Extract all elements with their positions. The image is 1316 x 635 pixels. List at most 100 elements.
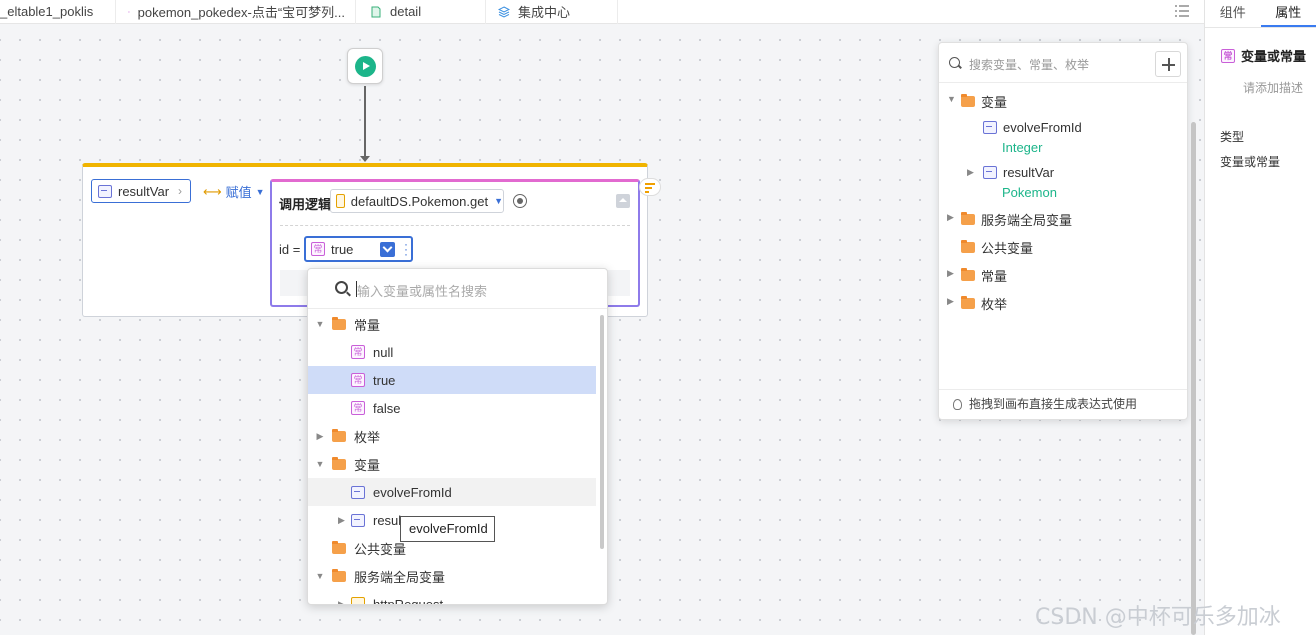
tab-label: 集成中心 [518,5,571,20]
tree-item-label: 变量 [354,457,381,473]
constant-icon: 常 [351,373,365,387]
tree-item-variables[interactable]: ▼ 变量 [308,450,596,478]
tree-item-constants[interactable]: 常量 [961,266,1007,285]
variable-panel: 搜索变量、常量、枚举 ▼ 变量 evolveFromId Integer ▶ r… [938,42,1188,420]
tree-item-label: 服务端全局变量 [354,569,446,585]
more-vertical-icon[interactable]: · · · [403,238,409,260]
folder-icon [332,316,346,330]
type-value: 变量或常量 [1220,155,1281,169]
struct-icon [351,597,365,604]
result-var-chip[interactable]: resultVar › [91,179,191,203]
expand-arrow-icon[interactable]: ▶ [947,268,954,279]
call-logic-title: 调用逻辑 [279,197,332,212]
play-icon [355,56,376,77]
variable-icon [983,121,997,134]
tree-item-server-global[interactable]: 服务端全局变量 [961,210,1072,229]
param-value: true [331,241,354,257]
variable-type: Integer [1002,140,1043,155]
expand-arrow-icon[interactable]: ▶ [947,212,954,223]
tooltip: evolveFromId [400,516,495,542]
expand-arrow-icon[interactable]: ▼ [308,459,332,469]
tree-item-null[interactable]: 常 null [308,338,596,366]
tree-item-label: 常量 [354,317,381,333]
tab-pokemon-logic[interactable]: pokemon_pokedex-点击“宝可梦列... [116,0,356,24]
chevron-right-icon: › [178,184,182,198]
variable-search[interactable]: 搜索变量、常量、枚举 [939,43,1187,83]
tree-item-label: httpRequest [373,596,444,605]
flow-connector [360,86,370,162]
properties-tabs: 组件 属性 [1205,0,1316,28]
tree-item-true[interactable]: 常 true [308,366,596,394]
variable-icon [98,184,112,198]
collapse-icon[interactable] [616,194,630,208]
logic-target-select[interactable]: defaultDS.Pokemon.get ▼ [330,189,504,213]
value-selector-dropdown[interactable]: 输入变量或属性名搜索 ▼ 常量 常 null 常 true 常 false ▶ … [307,268,608,605]
locate-icon[interactable] [513,194,527,208]
param-value-input[interactable]: 常 true · · · [304,236,413,262]
comment-toggle[interactable] [639,178,661,196]
dropdown-toggle-icon[interactable] [380,241,395,257]
tab-integration-center[interactable]: 集成中心 [486,0,618,24]
expand-arrow-icon[interactable]: ▶ [967,167,974,178]
folder-icon [332,540,346,554]
assign-label: 赋值 [225,185,252,200]
tab-detail[interactable]: detail [356,0,486,24]
folder-icon [332,568,346,582]
expand-arrow-icon[interactable]: ▶ [332,515,351,526]
variable-search-input[interactable]: 搜索变量、常量、枚举 [969,56,1089,73]
folder-icon [332,456,346,470]
tree-item-httprequest[interactable]: ▶ httpRequest [308,590,596,605]
tree-item-label: 公共变量 [981,241,1034,256]
tree-item-enums[interactable]: ▶ 枚举 [308,422,596,450]
assign-operator[interactable]: ⟷ 赋值 ▼ [203,182,265,201]
expand-arrow-icon[interactable]: ▼ [947,94,956,104]
tree-item-enums[interactable]: 枚举 [961,294,1007,313]
variable-icon [351,485,365,499]
lines-icon [645,183,655,185]
tree-item-server-global[interactable]: ▼ 服务端全局变量 [308,562,596,590]
dropdown-scrollbar[interactable] [600,315,604,549]
folder-icon [961,268,975,281]
expand-arrow-icon[interactable]: ▼ [308,571,332,581]
expand-arrow-icon[interactable]: ▶ [332,599,351,605]
canvas-scrollbar[interactable] [1191,122,1196,635]
expand-arrow-icon[interactable]: ▶ [947,296,954,307]
tab-properties[interactable]: 属性 [1260,0,1316,27]
lightbulb-icon [953,399,962,410]
expand-arrow-icon[interactable]: ▶ [308,431,332,442]
hint-text: 拖拽到画布直接生成表达式使用 [969,397,1138,411]
tree-item-constants[interactable]: ▼ 常量 [308,310,596,338]
caret-down-icon: ▼ [255,186,265,197]
constant-icon: 常 [311,242,325,256]
tree-item-label: true [373,372,396,388]
tree-item-false[interactable]: 常 false [308,394,596,422]
param-label: id = [279,242,301,257]
tree-item-resultvar[interactable]: resultVar [983,165,1054,180]
list-menu-icon[interactable] [1174,4,1190,18]
description-input[interactable]: 请添加描述 [1243,79,1316,96]
tree-item-label: 枚举 [354,429,381,445]
property-title: 常 变量或常量 [1221,46,1316,65]
tree-item-variables[interactable]: 变量 [961,92,1007,111]
tree-item-evolvefromid[interactable]: evolveFromId [308,478,596,506]
tree-item-evolvefromid[interactable]: evolveFromId [983,120,1082,135]
expand-arrow-icon[interactable]: ▼ [308,319,332,329]
logic-target-label: defaultDS.Pokemon.get [350,193,489,209]
tree-item-label: 常量 [981,269,1008,284]
tab-eltable[interactable]: _eltable1_poklis [0,0,116,24]
result-var-label: resultVar [118,183,170,199]
variable-panel-hint: 拖拽到画布直接生成表达式使用 [939,389,1187,419]
tree-item-label: evolveFromId [1003,120,1082,135]
dropdown-search[interactable]: 输入变量或属性名搜索 [308,269,607,309]
add-button[interactable] [1155,51,1181,77]
watermark: CSDN @中杯可乐多加冰 [1035,605,1281,630]
tree-item-public-vars[interactable]: 公共变量 [961,238,1033,257]
logic-icon [128,10,130,13]
double-arrow-icon: ⟷ [203,183,222,199]
tab-component[interactable]: 组件 [1205,0,1261,27]
caret-down-icon: ▼ [494,196,503,206]
tree-item-label: resultVar [1003,165,1055,180]
start-node[interactable] [347,48,383,84]
type-label: 类型 [1220,130,1245,144]
search-input[interactable]: 输入变量或属性名搜索 [357,281,487,300]
